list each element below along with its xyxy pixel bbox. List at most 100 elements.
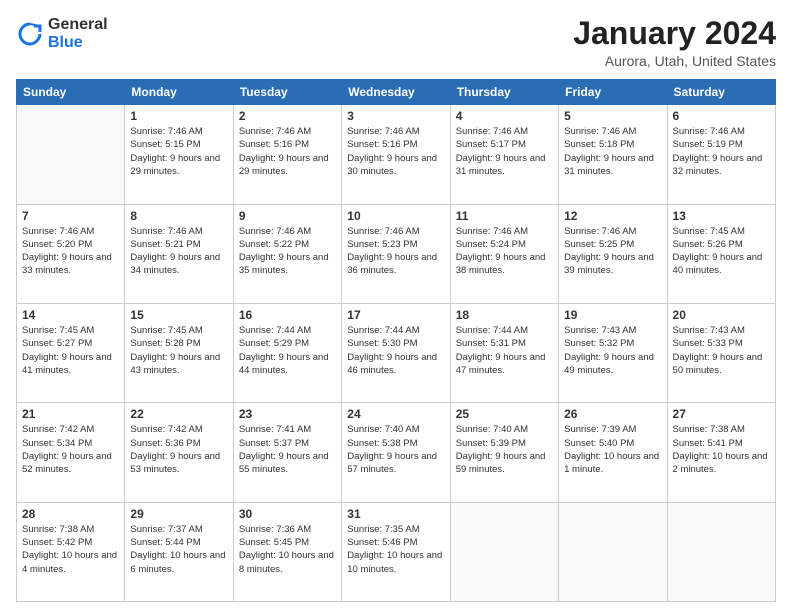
day-number: 9 [239,209,336,223]
day-info: Sunrise: 7:35 AMSunset: 5:46 PMDaylight:… [347,523,444,576]
calendar-cell: 29 Sunrise: 7:37 AMSunset: 5:44 PMDayligh… [125,502,233,601]
calendar-week-row: 21 Sunrise: 7:42 AMSunset: 5:34 PMDayligh… [17,403,776,502]
day-number: 1 [130,109,227,123]
day-number: 24 [347,407,444,421]
calendar-header-wednesday: Wednesday [342,80,450,105]
day-info: Sunrise: 7:37 AMSunset: 5:44 PMDaylight:… [130,523,227,576]
calendar-cell: 13 Sunrise: 7:45 AMSunset: 5:26 PMDayligh… [667,204,775,303]
calendar-table: SundayMondayTuesdayWednesdayThursdayFrid… [16,79,776,602]
day-number: 10 [347,209,444,223]
day-number: 27 [673,407,770,421]
calendar-cell [450,502,558,601]
day-number: 7 [22,209,119,223]
day-info: Sunrise: 7:41 AMSunset: 5:37 PMDaylight:… [239,423,336,476]
logo-general: General [48,16,108,34]
calendar-cell: 16 Sunrise: 7:44 AMSunset: 5:29 PMDayligh… [233,303,341,402]
logo-blue: Blue [48,34,108,52]
day-number: 23 [239,407,336,421]
day-info: Sunrise: 7:46 AMSunset: 5:16 PMDaylight:… [347,125,444,178]
day-info: Sunrise: 7:44 AMSunset: 5:31 PMDaylight:… [456,324,553,377]
day-number: 4 [456,109,553,123]
page: General Blue January 2024 Aurora, Utah, … [0,0,792,612]
calendar-header-saturday: Saturday [667,80,775,105]
day-number: 13 [673,209,770,223]
day-number: 29 [130,507,227,521]
day-number: 5 [564,109,661,123]
calendar-cell [559,502,667,601]
day-number: 30 [239,507,336,521]
calendar-cell: 21 Sunrise: 7:42 AMSunset: 5:34 PMDayligh… [17,403,125,502]
day-info: Sunrise: 7:46 AMSunset: 5:25 PMDaylight:… [564,225,661,278]
day-number: 11 [456,209,553,223]
day-number: 6 [673,109,770,123]
day-info: Sunrise: 7:38 AMSunset: 5:42 PMDaylight:… [22,523,119,576]
day-number: 31 [347,507,444,521]
title-block: January 2024 Aurora, Utah, United States [573,16,776,69]
day-info: Sunrise: 7:46 AMSunset: 5:22 PMDaylight:… [239,225,336,278]
day-info: Sunrise: 7:36 AMSunset: 5:45 PMDaylight:… [239,523,336,576]
calendar-cell: 23 Sunrise: 7:41 AMSunset: 5:37 PMDayligh… [233,403,341,502]
calendar-week-row: 7Sunrise: 7:46 AMSunset: 5:20 PMDaylight… [17,204,776,303]
calendar-cell [17,105,125,204]
day-info: Sunrise: 7:45 AMSunset: 5:27 PMDaylight:… [22,324,119,377]
day-info: Sunrise: 7:44 AMSunset: 5:29 PMDaylight:… [239,324,336,377]
day-info: Sunrise: 7:42 AMSunset: 5:34 PMDaylight:… [22,423,119,476]
day-info: Sunrise: 7:45 AMSunset: 5:28 PMDaylight:… [130,324,227,377]
day-info: Sunrise: 7:40 AMSunset: 5:38 PMDaylight:… [347,423,444,476]
calendar-cell: 3 Sunrise: 7:46 AMSunset: 5:16 PMDaylight… [342,105,450,204]
day-number: 20 [673,308,770,322]
calendar-cell: 12Sunrise: 7:46 AMSunset: 5:25 PMDayligh… [559,204,667,303]
calendar-week-row: 1Sunrise: 7:46 AMSunset: 5:15 PMDaylight… [17,105,776,204]
calendar-cell: 22 Sunrise: 7:42 AMSunset: 5:36 PMDayligh… [125,403,233,502]
day-number: 25 [456,407,553,421]
day-info: Sunrise: 7:43 AMSunset: 5:33 PMDaylight:… [673,324,770,377]
day-number: 2 [239,109,336,123]
logo: General Blue [16,16,108,51]
calendar-header-thursday: Thursday [450,80,558,105]
calendar-cell: 10 Sunrise: 7:46 AMSunset: 5:23 PMDayligh… [342,204,450,303]
calendar-cell: 1Sunrise: 7:46 AMSunset: 5:15 PMDaylight… [125,105,233,204]
day-number: 28 [22,507,119,521]
day-number: 3 [347,109,444,123]
calendar-cell: 5Sunrise: 7:46 AMSunset: 5:18 PMDaylight… [559,105,667,204]
day-number: 22 [130,407,227,421]
calendar-header-row: SundayMondayTuesdayWednesdayThursdayFrid… [17,80,776,105]
day-info: Sunrise: 7:44 AMSunset: 5:30 PMDaylight:… [347,324,444,377]
day-number: 15 [130,308,227,322]
day-info: Sunrise: 7:43 AMSunset: 5:32 PMDaylight:… [564,324,661,377]
day-number: 21 [22,407,119,421]
calendar-cell: 28 Sunrise: 7:38 AMSunset: 5:42 PMDayligh… [17,502,125,601]
day-number: 19 [564,308,661,322]
calendar-cell: 6 Sunrise: 7:46 AMSunset: 5:19 PMDaylight… [667,105,775,204]
day-info: Sunrise: 7:38 AMSunset: 5:41 PMDaylight:… [673,423,770,476]
day-info: Sunrise: 7:46 AMSunset: 5:19 PMDaylight:… [673,125,770,178]
calendar-cell [667,502,775,601]
calendar-week-row: 14 Sunrise: 7:45 AMSunset: 5:27 PMDayligh… [17,303,776,402]
calendar-week-row: 28 Sunrise: 7:38 AMSunset: 5:42 PMDayligh… [17,502,776,601]
calendar-cell: 17Sunrise: 7:44 AMSunset: 5:30 PMDayligh… [342,303,450,402]
month-title: January 2024 [573,16,776,51]
calendar-cell: 27 Sunrise: 7:38 AMSunset: 5:41 PMDayligh… [667,403,775,502]
calendar-cell: 19 Sunrise: 7:43 AMSunset: 5:32 PMDayligh… [559,303,667,402]
calendar-cell: 8 Sunrise: 7:46 AMSunset: 5:21 PMDaylight… [125,204,233,303]
calendar-cell: 15 Sunrise: 7:45 AMSunset: 5:28 PMDayligh… [125,303,233,402]
day-number: 16 [239,308,336,322]
day-info: Sunrise: 7:45 AMSunset: 5:26 PMDaylight:… [673,225,770,278]
day-number: 14 [22,308,119,322]
calendar-header-monday: Monday [125,80,233,105]
calendar-header-sunday: Sunday [17,80,125,105]
calendar-header-tuesday: Tuesday [233,80,341,105]
day-info: Sunrise: 7:46 AMSunset: 5:21 PMDaylight:… [130,225,227,278]
day-info: Sunrise: 7:42 AMSunset: 5:36 PMDaylight:… [130,423,227,476]
day-info: Sunrise: 7:46 AMSunset: 5:17 PMDaylight:… [456,125,553,178]
day-info: Sunrise: 7:46 AMSunset: 5:23 PMDaylight:… [347,225,444,278]
day-info: Sunrise: 7:46 AMSunset: 5:24 PMDaylight:… [456,225,553,278]
calendar-cell: 7Sunrise: 7:46 AMSunset: 5:20 PMDaylight… [17,204,125,303]
logo-icon [16,20,44,48]
day-number: 8 [130,209,227,223]
calendar-cell: 25Sunrise: 7:40 AMSunset: 5:39 PMDayligh… [450,403,558,502]
calendar-cell: 9 Sunrise: 7:46 AMSunset: 5:22 PMDaylight… [233,204,341,303]
calendar-cell: 31 Sunrise: 7:35 AMSunset: 5:46 PMDayligh… [342,502,450,601]
calendar-cell: 4 Sunrise: 7:46 AMSunset: 5:17 PMDaylight… [450,105,558,204]
calendar-cell: 11 Sunrise: 7:46 AMSunset: 5:24 PMDayligh… [450,204,558,303]
